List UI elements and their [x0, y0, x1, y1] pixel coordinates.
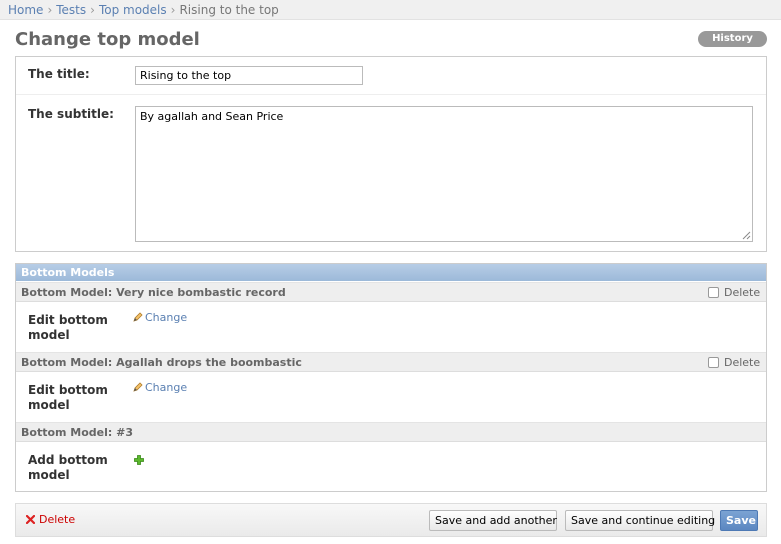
inline-group-header: Bottom Models — [16, 264, 766, 281]
breadcrumb-home[interactable]: Home — [8, 3, 43, 17]
inline-item-body: Add bottom model — [16, 442, 766, 491]
breadcrumb-separator: › — [170, 3, 176, 17]
bottom-models-inline-group: Bottom Models Bottom Model: Very nice bo… — [15, 263, 767, 492]
breadcrumb-separator: › — [90, 3, 95, 17]
delete-checkbox-text: Delete — [724, 356, 761, 369]
inline-item-title: Bottom Model: #3 — [21, 426, 134, 439]
save-and-continue-button[interactable]: Save and continue editing — [565, 510, 715, 531]
change-link[interactable]: Change — [133, 381, 187, 394]
breadcrumb-tests[interactable]: Tests — [56, 3, 86, 17]
x-icon — [25, 514, 36, 525]
change-link-label: Change — [145, 311, 188, 324]
delete-checkbox[interactable] — [708, 357, 719, 368]
delete-checkbox-label[interactable]: Delete — [708, 286, 760, 299]
submit-row: Delete Save and add another Save and con… — [15, 503, 767, 537]
breadcrumb-separator: › — [47, 3, 53, 17]
breadcrumb: Home › Tests › Top models › Rising to the top — [0, 0, 781, 20]
delete-checkbox[interactable] — [708, 287, 719, 298]
delete-link-label: Delete — [39, 513, 76, 526]
page-title: Change top model — [15, 29, 200, 50]
title-row: The title: — [16, 57, 766, 95]
inline-item-title: Bottom Model: Agallah drops the boombast… — [21, 356, 302, 369]
pencil-icon — [133, 312, 143, 322]
save-button[interactable]: Save — [720, 510, 758, 531]
title-input[interactable] — [135, 66, 363, 85]
inline-item-heading: Bottom Model: Very nice bombastic record… — [16, 282, 766, 302]
history-button[interactable]: History — [698, 31, 767, 47]
resize-grip-icon[interactable] — [742, 231, 751, 240]
delete-checkbox-label[interactable]: Delete — [708, 356, 760, 369]
main-fieldset: The title: The subtitle: By agallah and … — [15, 56, 767, 252]
inline-item-heading: Bottom Model: Agallah drops the boombast… — [16, 352, 766, 372]
delete-checkbox-text: Delete — [724, 286, 761, 299]
inline-field-label: Edit bottom model — [28, 383, 108, 412]
title-label: The title: — [28, 67, 90, 81]
inline-field-label: Add bottom model — [28, 453, 108, 482]
breadcrumb-current: Rising to the top — [179, 3, 279, 17]
plus-icon — [134, 455, 144, 465]
add-bottom-model-button[interactable] — [134, 454, 144, 468]
inline-item-body: Edit bottom model Change — [16, 372, 766, 424]
subtitle-label: The subtitle: — [28, 107, 114, 121]
inline-item-body: Edit bottom model Change — [16, 302, 766, 354]
change-link-label: Change — [145, 381, 188, 394]
inline-item-title: Bottom Model: Very nice bombastic record — [21, 286, 286, 299]
pencil-icon — [133, 382, 143, 392]
inline-field-label: Edit bottom model — [28, 313, 108, 342]
save-and-add-another-button[interactable]: Save and add another — [429, 510, 557, 531]
subtitle-textarea[interactable]: By agallah and Sean Price — [135, 106, 753, 242]
breadcrumb-top-models[interactable]: Top models — [99, 3, 167, 17]
inline-item-heading: Bottom Model: #3 — [16, 422, 766, 442]
delete-link[interactable]: Delete — [25, 513, 76, 526]
change-link[interactable]: Change — [133, 311, 187, 324]
